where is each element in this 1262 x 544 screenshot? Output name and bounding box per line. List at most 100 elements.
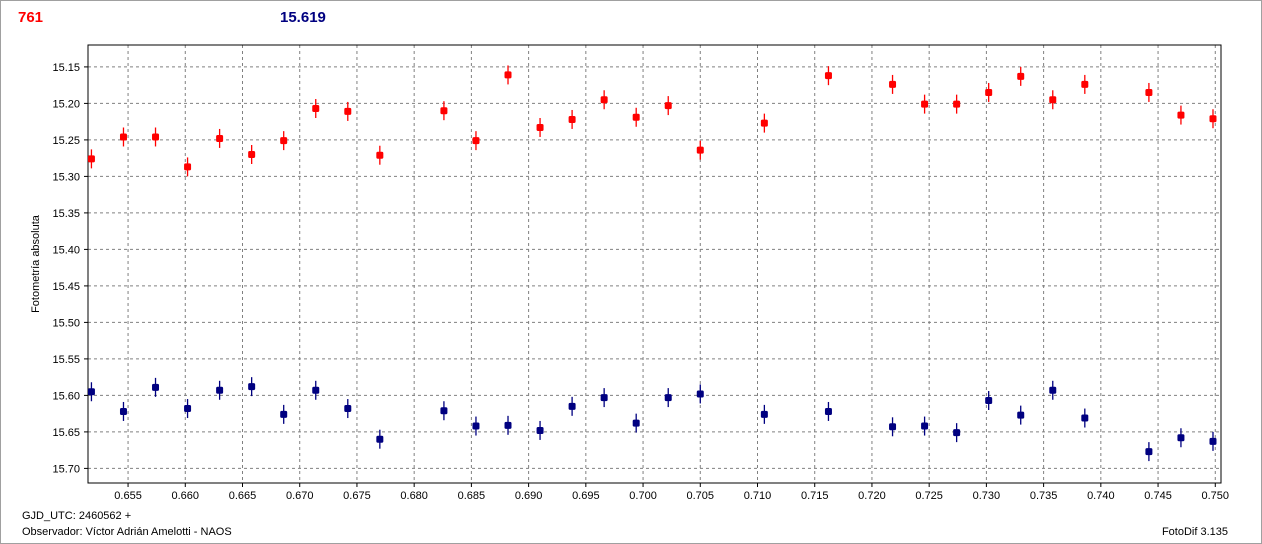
red-data-point bbox=[632, 113, 640, 121]
blue-data-point bbox=[1049, 386, 1057, 394]
x-tick-label: 0.715 bbox=[801, 490, 829, 502]
red-data-point bbox=[119, 133, 127, 141]
x-tick-label: 0.695 bbox=[572, 490, 600, 502]
blue-data-point bbox=[119, 407, 127, 415]
red-data-point bbox=[1081, 80, 1089, 88]
x-tick-label: 0.660 bbox=[172, 490, 200, 502]
x-tick-label: 0.750 bbox=[1202, 490, 1230, 502]
y-tick-label: 15.65 bbox=[52, 427, 80, 439]
y-tick-label: 15.20 bbox=[52, 98, 80, 110]
y-tick-label: 15.30 bbox=[52, 171, 80, 183]
x-tick-label: 0.725 bbox=[915, 490, 943, 502]
blue-data-point bbox=[760, 410, 768, 418]
blue-data-point bbox=[824, 407, 832, 415]
x-tick-label: 0.720 bbox=[858, 490, 886, 502]
software-label: FotoDif 3.135 bbox=[1161, 526, 1228, 538]
blue-data-point bbox=[985, 397, 993, 405]
blue-data-point bbox=[184, 405, 192, 413]
red-data-point bbox=[568, 115, 576, 123]
red-data-point bbox=[184, 163, 192, 171]
blue-data-point bbox=[889, 423, 897, 431]
red-data-point bbox=[985, 88, 993, 96]
y-tick-label: 15.60 bbox=[52, 390, 80, 402]
blue-data-point bbox=[953, 429, 961, 437]
blue-data-point bbox=[440, 407, 448, 415]
y-tick-label: 15.25 bbox=[52, 135, 80, 147]
red-data-point bbox=[1209, 115, 1217, 123]
y-axis-label: Fotometría absoluta bbox=[30, 214, 42, 313]
observer-label: Observador: Víctor Adrián Amelotti - NAO… bbox=[22, 526, 232, 538]
red-data-point bbox=[440, 107, 448, 115]
blue-data-point bbox=[536, 426, 544, 434]
red-data-point bbox=[280, 137, 288, 145]
blue-data-point bbox=[344, 405, 352, 413]
red-data-point bbox=[1177, 111, 1185, 119]
blue-data-point bbox=[280, 410, 288, 418]
light-curve-chart: 0.655 0.660 0.665 0.670 0.675 0.680 0.685 0.690… bbox=[30, 44, 1230, 502]
red-data-point bbox=[696, 146, 704, 154]
blue-data-point bbox=[312, 386, 320, 394]
blue-data-point bbox=[152, 383, 160, 391]
blue-data-point bbox=[1081, 414, 1089, 422]
blue-data-point bbox=[696, 390, 704, 398]
red-data-point bbox=[760, 119, 768, 127]
x-tick-label: 0.665 bbox=[229, 490, 257, 502]
blue-data-point bbox=[472, 422, 480, 430]
red-data-point bbox=[472, 137, 480, 145]
x-tick-label: 0.685 bbox=[458, 490, 486, 502]
blue-data-point bbox=[600, 394, 608, 402]
red-data-point bbox=[921, 100, 929, 108]
red-data-point bbox=[504, 71, 512, 79]
x-tick-label: 0.690 bbox=[515, 490, 543, 502]
red-data-point bbox=[216, 134, 224, 142]
x-tick-label: 0.700 bbox=[629, 490, 657, 502]
red-data-point bbox=[953, 100, 961, 108]
x-tick-label: 0.655 bbox=[114, 490, 142, 502]
x-tick-label: 0.680 bbox=[400, 490, 428, 502]
blue-data-point bbox=[376, 435, 384, 443]
x-tick-label: 0.705 bbox=[687, 490, 715, 502]
x-tick-label: 0.745 bbox=[1144, 490, 1172, 502]
red-data-point bbox=[344, 107, 352, 115]
red-data-point bbox=[248, 151, 256, 158]
blue-data-point bbox=[1209, 437, 1217, 445]
blue-data-point bbox=[248, 383, 256, 391]
x-tick-label: 0.730 bbox=[973, 490, 1001, 502]
x-tick-label: 0.740 bbox=[1087, 490, 1115, 502]
y-tick-label: 15.15 bbox=[52, 62, 80, 74]
red-data-point bbox=[600, 96, 608, 104]
x-tick-label: 0.735 bbox=[1030, 490, 1058, 502]
red-data-point bbox=[87, 155, 95, 163]
plot-area bbox=[88, 45, 1221, 483]
x-tick-label: 0.710 bbox=[744, 490, 772, 502]
red-data-point bbox=[152, 133, 160, 141]
y-tick-label: 15.70 bbox=[52, 463, 80, 475]
gjd-label: GJD_UTC: 2460562 + bbox=[22, 510, 132, 522]
red-data-point bbox=[1145, 88, 1153, 96]
red-data-point bbox=[1017, 72, 1025, 80]
x-tick-label: 0.670 bbox=[286, 490, 314, 502]
y-tick-label: 15.35 bbox=[52, 208, 80, 220]
x-tick-label: 0.675 bbox=[343, 490, 371, 502]
red-data-point bbox=[889, 80, 897, 88]
blue-data-point bbox=[504, 421, 512, 429]
blue-data-point bbox=[664, 394, 672, 402]
blue-data-point bbox=[568, 402, 576, 410]
red-data-point bbox=[376, 151, 384, 159]
y-tick-label: 15.55 bbox=[52, 354, 80, 366]
blue-data-point bbox=[1017, 411, 1025, 419]
blue-data-point bbox=[632, 419, 640, 427]
blue-data-point bbox=[216, 386, 224, 394]
y-tick-label: 15.40 bbox=[52, 244, 80, 256]
red-data-point bbox=[536, 123, 544, 131]
red-data-point bbox=[312, 105, 320, 113]
blue-data-point bbox=[1177, 434, 1185, 442]
blue-data-point bbox=[87, 388, 95, 396]
blue-data-point bbox=[1145, 448, 1153, 456]
y-tick-label: 15.45 bbox=[52, 281, 80, 293]
red-data-point bbox=[824, 72, 832, 80]
red-data-point bbox=[1049, 96, 1057, 104]
y-tick-label: 15.50 bbox=[52, 317, 80, 329]
red-data-point bbox=[664, 102, 672, 110]
blue-data-point bbox=[921, 422, 929, 430]
